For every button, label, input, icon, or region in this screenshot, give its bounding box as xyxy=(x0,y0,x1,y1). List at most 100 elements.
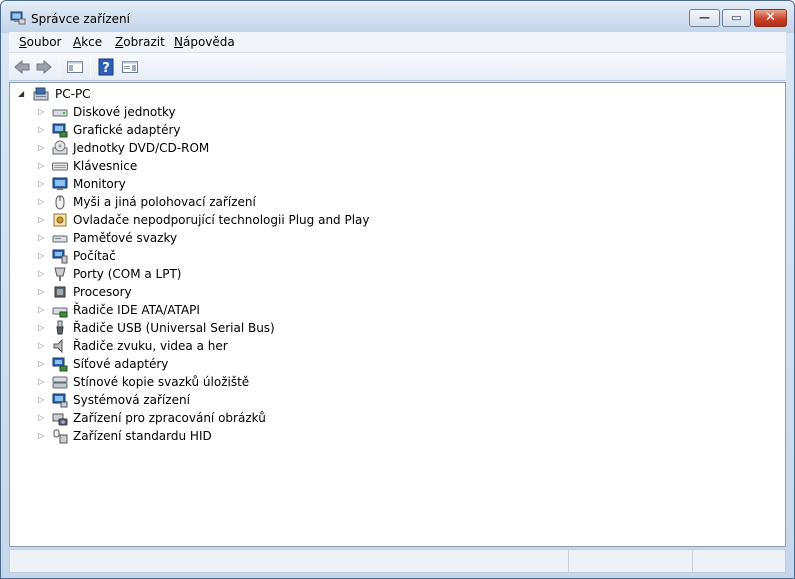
maximize-button[interactable]: ▭ xyxy=(722,9,751,27)
expand-arrow-icon[interactable]: ▷ xyxy=(38,157,48,175)
expand-arrow-icon[interactable]: ▷ xyxy=(38,211,48,229)
toolbar: ? xyxy=(9,53,786,81)
expand-arrow-icon[interactable]: ▷ xyxy=(38,427,48,445)
maximize-icon: ▭ xyxy=(731,11,742,24)
tree-item-label: Klávesnice xyxy=(73,159,138,173)
tree-item-label: Zařízení pro zpracování obrázků xyxy=(73,411,266,425)
tree-item-label: Ovladače nepodporující technologii Plug … xyxy=(73,213,370,227)
expand-arrow-icon[interactable]: ▷ xyxy=(38,139,48,157)
tree-item-label: Jednotky DVD/CD-ROM xyxy=(73,141,210,155)
help-icon[interactable]: ? xyxy=(97,58,115,76)
ide-controller-icon xyxy=(52,307,68,318)
expand-arrow-icon[interactable]: ▷ xyxy=(38,373,48,391)
computer-icon xyxy=(33,87,49,101)
status-bar-divider xyxy=(568,550,569,572)
expand-arrow-icon[interactable]: ▷ xyxy=(38,301,48,319)
shadow-copy-icon xyxy=(52,376,68,389)
device-tree[interactable]: ◢ PC-PC ▷ Diskové jednotky ▷ Grafické adapt… xyxy=(9,82,786,547)
expand-arrow-icon[interactable]: ▷ xyxy=(38,175,48,193)
back-arrow-icon[interactable] xyxy=(13,58,31,76)
tree-item-label: Monitory xyxy=(73,177,126,191)
expand-arrow-icon[interactable]: ▷ xyxy=(38,355,48,373)
tree-item-label: Porty (COM a LPT) xyxy=(73,267,182,281)
tree-root[interactable]: ◢ PC-PC xyxy=(18,85,518,103)
expand-arrow-icon[interactable]: ▷ xyxy=(38,103,48,121)
tree-item[interactable]: ▷ Jednotky DVD/CD-ROM xyxy=(38,139,538,157)
display-adapter-icon xyxy=(52,123,68,138)
tree-item[interactable]: ▷ Řadiče USB (Universal Serial Bus) xyxy=(38,319,538,337)
tree-item[interactable]: ▷ Zařízení standardu HID xyxy=(38,427,538,445)
usb-controller-icon xyxy=(56,320,64,335)
toolbar-separator xyxy=(59,57,60,77)
expand-arrow-icon[interactable]: ▷ xyxy=(38,283,48,301)
imaging-device-icon xyxy=(52,413,68,426)
action-pane-icon[interactable] xyxy=(121,58,139,76)
expand-arrow-icon[interactable]: ▷ xyxy=(38,391,48,409)
system-device-icon xyxy=(52,393,68,408)
minimize-button[interactable]: — xyxy=(689,9,720,27)
port-icon xyxy=(54,267,66,281)
computer-icon xyxy=(52,249,68,264)
show-hide-console-tree-icon[interactable] xyxy=(66,58,84,76)
tree-item-label: Procesory xyxy=(73,285,132,299)
tree-item-label: Stínové kopie svazků úložiště xyxy=(73,375,250,389)
tree-item[interactable]: ▷ Paměťové svazky xyxy=(38,229,538,247)
menu-napoveda[interactable]: Nápověda xyxy=(174,35,235,49)
tree-item[interactable]: ▷ Řadiče zvuku, videa a her xyxy=(38,337,538,355)
tree-item-label: Diskové jednotky xyxy=(73,105,176,119)
storage-volume-icon xyxy=(52,235,68,243)
tree-item[interactable]: ▷ Stínové kopie svazků úložiště xyxy=(38,373,538,391)
tree-item-label: Počítač xyxy=(73,249,116,263)
expand-arrow-icon[interactable]: ▷ xyxy=(38,193,48,211)
tree-item[interactable]: ▷ Grafické adaptéry xyxy=(38,121,538,139)
tree-item[interactable]: ▷ Klávesnice xyxy=(38,157,538,175)
forward-arrow-icon[interactable] xyxy=(35,58,53,76)
processor-icon xyxy=(54,286,66,298)
tree-item[interactable]: ▷ Monitory xyxy=(38,175,538,193)
tree-item[interactable]: ▷ Diskové jednotky xyxy=(38,103,538,121)
tree-item-label: Řadiče USB (Universal Serial Bus) xyxy=(73,321,275,335)
tree-item[interactable]: ▷ Zařízení pro zpracování obrázků xyxy=(38,409,538,427)
expand-arrow-icon[interactable]: ▷ xyxy=(38,337,48,355)
dvd-drive-icon xyxy=(52,140,68,155)
status-bar-divider xyxy=(692,550,693,572)
tree-item[interactable]: ▷ Síťové adaptéry xyxy=(38,355,538,373)
tree-item-label: Myši a jiná polohovací zařízení xyxy=(73,195,256,209)
tree-item[interactable]: ▷ Systémová zařízení xyxy=(38,391,538,409)
non-pnp-driver-icon xyxy=(53,213,67,227)
keyboard-icon xyxy=(52,162,68,171)
collapse-arrow-icon[interactable]: ◢ xyxy=(18,85,28,103)
tree-item-label: Paměťové svazky xyxy=(73,231,178,245)
tree-item[interactable]: ▷ Myši a jiná polohovací zařízení xyxy=(38,193,538,211)
title-bar[interactable]: Správce zařízení — ▭ ✕ xyxy=(1,1,794,33)
hid-device-icon xyxy=(53,429,68,444)
status-bar xyxy=(9,549,786,573)
window-title: Správce zařízení xyxy=(31,12,130,26)
mouse-icon xyxy=(55,195,65,210)
close-button[interactable]: ✕ xyxy=(754,9,787,27)
expand-arrow-icon[interactable]: ▷ xyxy=(38,265,48,283)
expand-arrow-icon[interactable]: ▷ xyxy=(38,247,48,265)
expand-arrow-icon[interactable]: ▷ xyxy=(38,409,48,427)
network-adapter-icon xyxy=(52,357,68,372)
expand-arrow-icon[interactable]: ▷ xyxy=(38,121,48,139)
tree-item[interactable]: ▷ Porty (COM a LPT) xyxy=(38,265,538,283)
tree-item[interactable]: ▷ Ovladače nepodporující technologii Plug… xyxy=(38,211,538,229)
tree-root-label: PC-PC xyxy=(55,87,91,101)
tree-item[interactable]: ▷ Procesory xyxy=(38,283,538,301)
tree-item[interactable]: ▷ Řadiče IDE ATA/ATAPI xyxy=(38,301,538,319)
tree-item[interactable]: ▷ Počítač xyxy=(38,247,538,265)
expand-arrow-icon[interactable]: ▷ xyxy=(38,229,48,247)
svg-text:?: ? xyxy=(102,61,110,76)
menu-soubor[interactable]: Soubor xyxy=(19,35,61,49)
tree-item-label: Řadiče IDE ATA/ATAPI xyxy=(73,303,200,317)
monitor-icon xyxy=(52,177,68,190)
expand-arrow-icon[interactable]: ▷ xyxy=(38,319,48,337)
minimize-icon: — xyxy=(699,11,710,24)
tree-item-label: Řadiče zvuku, videa a her xyxy=(73,339,228,353)
disk-drive-icon xyxy=(52,109,68,117)
close-icon: ✕ xyxy=(765,10,776,25)
menu-zobrazit[interactable]: Zobrazit xyxy=(115,35,165,49)
tree-item-label: Síťové adaptéry xyxy=(73,357,169,371)
menu-akce[interactable]: Akce xyxy=(73,35,102,49)
